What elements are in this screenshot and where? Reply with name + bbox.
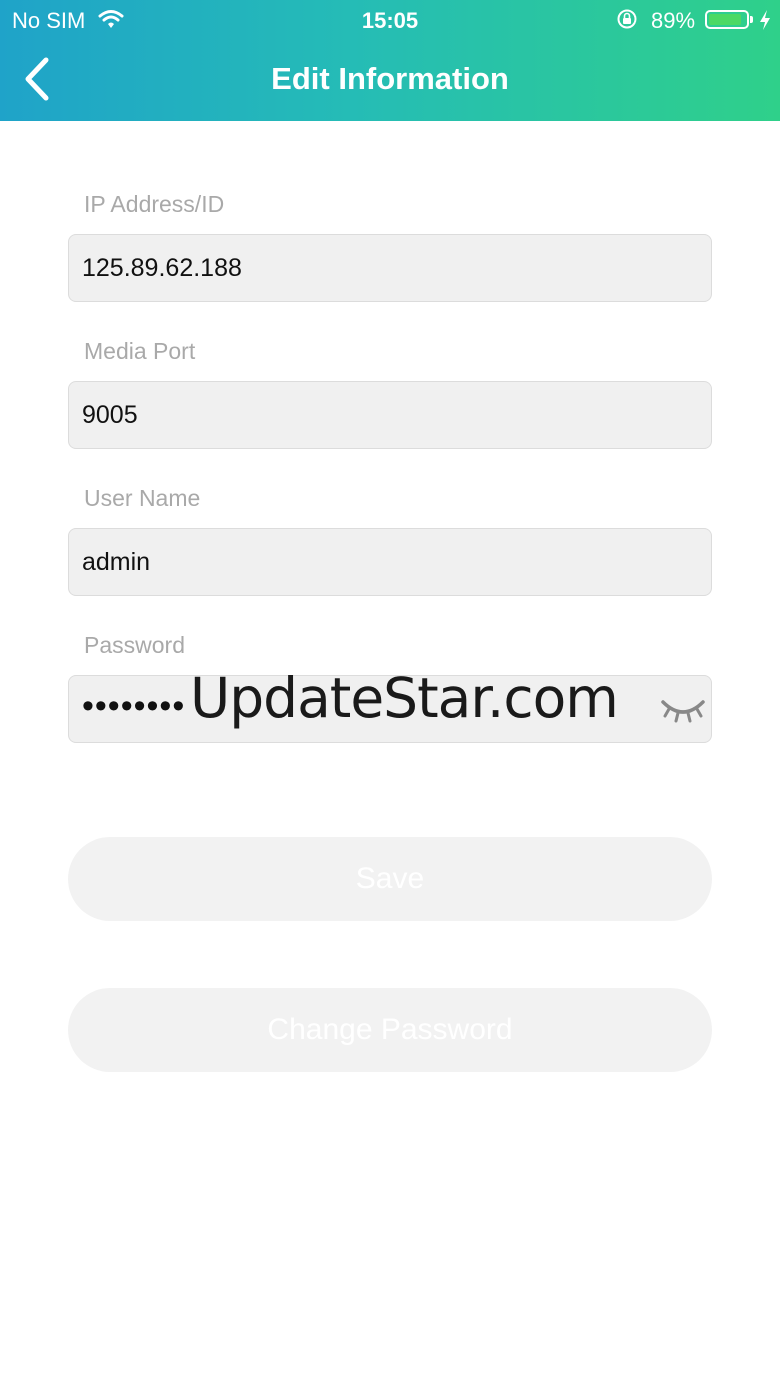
orientation-lock-icon xyxy=(617,9,637,29)
media-port-input[interactable]: 9005 xyxy=(68,381,712,449)
media-port-label: Media Port xyxy=(84,338,196,364)
change-password-button[interactable]: Change Password xyxy=(68,988,712,1072)
app-header: No SIM 15:05 89% Edit Information xyxy=(0,0,780,121)
battery-tip xyxy=(750,16,753,23)
watermark-text: UpdateStar.com xyxy=(190,666,619,730)
battery-percent: 89% xyxy=(651,8,696,33)
ip-address-label: IP Address/ID xyxy=(84,191,225,217)
username-label: User Name xyxy=(84,485,201,511)
page-title: Edit Information xyxy=(271,61,509,96)
battery-icon xyxy=(705,10,749,29)
save-button[interactable]: Save xyxy=(68,837,712,921)
ip-address-input[interactable]: 125.89.62.188 xyxy=(68,234,712,302)
password-label: Password xyxy=(84,632,185,658)
password-value: •••••••• xyxy=(82,687,186,725)
username-input[interactable]: admin xyxy=(68,528,712,596)
charging-bolt-icon xyxy=(760,10,770,30)
status-bar: No SIM 15:05 89% xyxy=(0,0,780,40)
eye-closed-icon[interactable] xyxy=(659,692,707,726)
